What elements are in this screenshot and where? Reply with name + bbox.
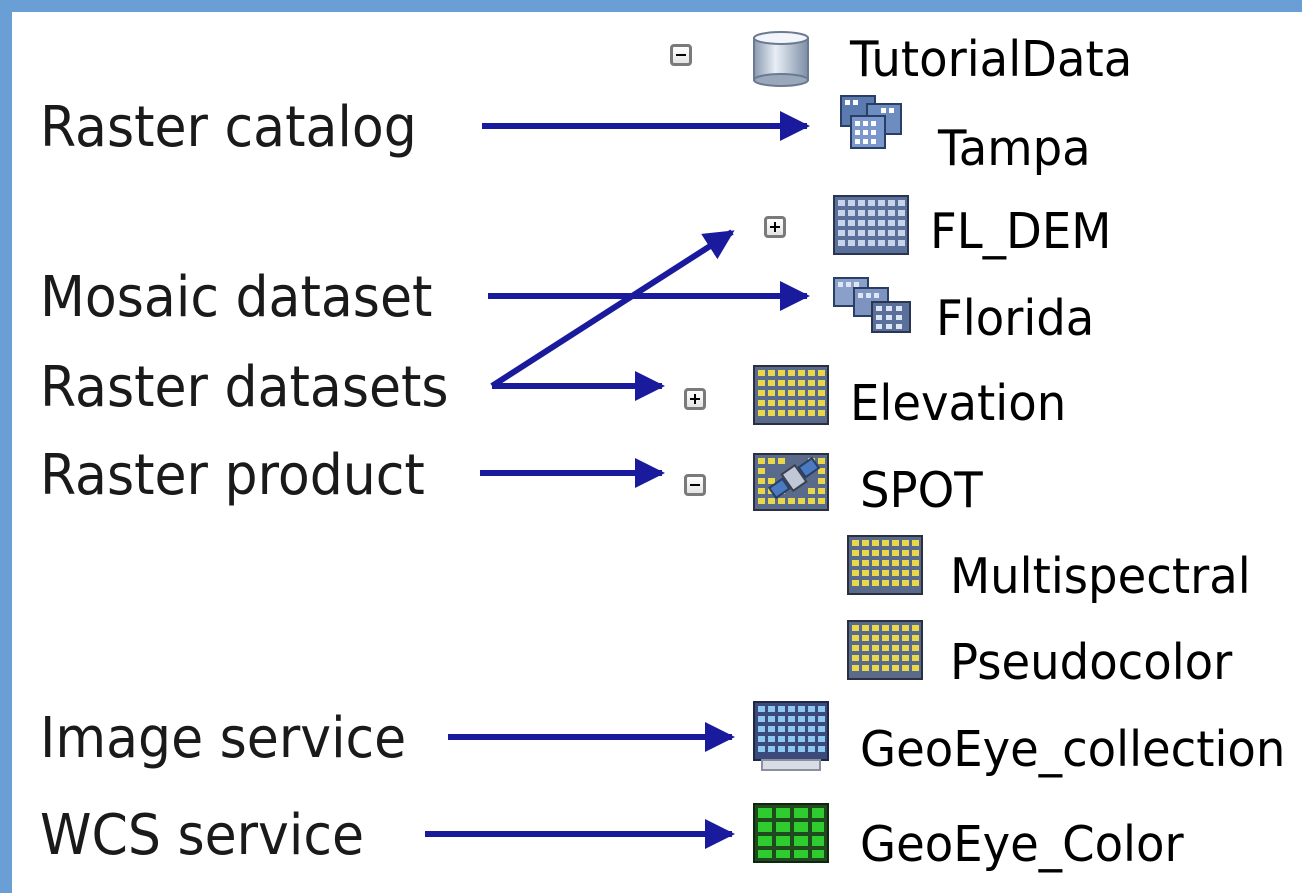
tree-node-geoeye-color[interactable]: GeoEye_Color [860,820,1184,869]
label-mosaic-dataset: Mosaic dataset [40,265,433,330]
mosaic-dataset-icon[interactable] [830,274,918,338]
label-raster-datasets: Raster datasets [40,355,449,420]
expand-toggle-fl-dem[interactable] [764,216,786,238]
expand-toggle-elevation[interactable] [684,388,706,410]
raster-dataset-icon[interactable] [844,617,928,683]
raster-dataset-icon[interactable] [844,532,928,598]
tree-node-geoeye-collection[interactable]: GeoEye_collection [860,725,1285,774]
label-image-service: Image service [40,706,407,771]
label-raster-product: Raster product [40,443,425,508]
diagram-canvas: Raster catalog Mosaic dataset Raster dat… [12,12,1302,893]
tree-node-fl-dem[interactable]: FL_DEM [930,207,1111,256]
tree-node-florida[interactable]: Florida [936,294,1094,343]
label-raster-catalog: Raster catalog [40,95,417,160]
tree-node-tutorialdata[interactable]: TutorialData [850,35,1132,84]
raster-dataset-icon[interactable] [830,192,914,258]
database-icon [753,31,809,87]
tree-node-tampa[interactable]: Tampa [938,124,1091,173]
tree-node-multispectral[interactable]: Multispectral [950,552,1251,601]
label-wcs-service: WCS service [40,803,365,868]
tree-node-spot[interactable]: SPOT [860,466,983,515]
image-service-icon[interactable] [750,698,834,778]
tree-node-pseudocolor[interactable]: Pseudocolor [950,638,1232,687]
collapse-toggle-tutorialdata[interactable] [670,44,692,66]
tree-node-elevation[interactable]: Elevation [850,379,1066,428]
raster-catalog-icon[interactable] [837,94,913,156]
wcs-service-icon[interactable] [750,800,834,866]
raster-dataset-icon[interactable] [750,362,834,428]
collapse-toggle-spot[interactable] [684,474,706,496]
raster-product-icon[interactable] [750,444,834,514]
arrow-raster-datasets-fl-dem [490,229,735,389]
